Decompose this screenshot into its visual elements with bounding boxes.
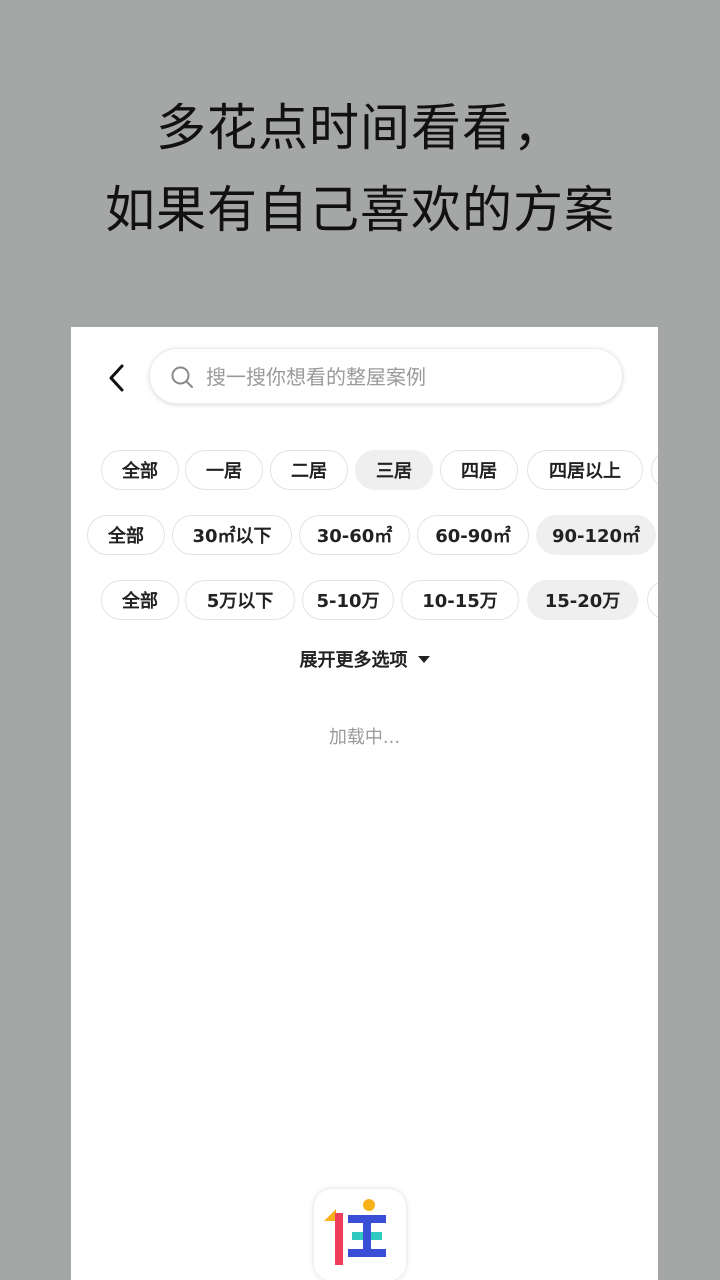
area-filter: 全部 30㎡以下 30-60㎡ 60-90㎡ 90-120㎡ <box>71 515 658 557</box>
search-icon <box>171 366 193 388</box>
filter-chip-area[interactable]: 90-120㎡ <box>536 515 656 555</box>
filter-chip-rooms[interactable]: 三居 <box>355 450 433 490</box>
filter-chip-area[interactable]: 全部 <box>87 515 165 555</box>
filter-chip-overflow[interactable] <box>651 450 658 490</box>
filter-chip-overflow[interactable] <box>647 580 658 620</box>
room-count-filter: 全部 一居 二居 三居 四居 四居以上 <box>71 450 658 492</box>
filter-chip-rooms[interactable]: 二居 <box>270 450 348 490</box>
budget-filter: 全部 5万以下 5-10万 10-15万 15-20万 <box>71 580 658 622</box>
filter-chip-budget[interactable]: 5-10万 <box>302 580 394 620</box>
app-logo-icon <box>324 1199 386 1265</box>
filter-chip-budget[interactable]: 5万以下 <box>185 580 295 620</box>
filter-chip-rooms[interactable]: 一居 <box>185 450 263 490</box>
loading-indicator: 加载中... <box>328 727 401 748</box>
caption-line-1: 多花点时间看看， <box>156 99 564 157</box>
expand-more-options-button[interactable]: 展开更多选项 <box>71 646 658 672</box>
search-bar[interactable] <box>149 348 623 405</box>
chevron-left-icon <box>109 364 124 392</box>
filter-chip-area[interactable]: 30-60㎡ <box>299 515 410 555</box>
filter-chip-rooms[interactable]: 四居以上 <box>527 450 643 490</box>
caption-line-2: 如果有自己喜欢的方案 <box>105 181 615 239</box>
filter-chip-area[interactable]: 60-90㎡ <box>417 515 529 555</box>
search-input[interactable] <box>204 349 608 405</box>
filter-chip-area[interactable]: 30㎡以下 <box>172 515 292 555</box>
app-screen: 全部一居二居三居四居四居以上 全部30㎡以下30-60㎡60-90㎡90-120… <box>71 327 658 1280</box>
app-logo <box>314 1189 406 1280</box>
back-button[interactable] <box>101 361 131 395</box>
filter-chip-budget[interactable]: 10-15万 <box>401 580 519 620</box>
filter-chip-budget[interactable]: 15-20万 <box>527 580 638 620</box>
filter-chip-rooms[interactable]: 全部 <box>101 450 179 490</box>
filter-chip-budget[interactable]: 全部 <box>101 580 179 620</box>
filter-chip-rooms[interactable]: 四居 <box>440 450 518 490</box>
caret-down-icon <box>417 655 430 663</box>
expand-more-label: 展开更多选项 <box>299 650 408 671</box>
